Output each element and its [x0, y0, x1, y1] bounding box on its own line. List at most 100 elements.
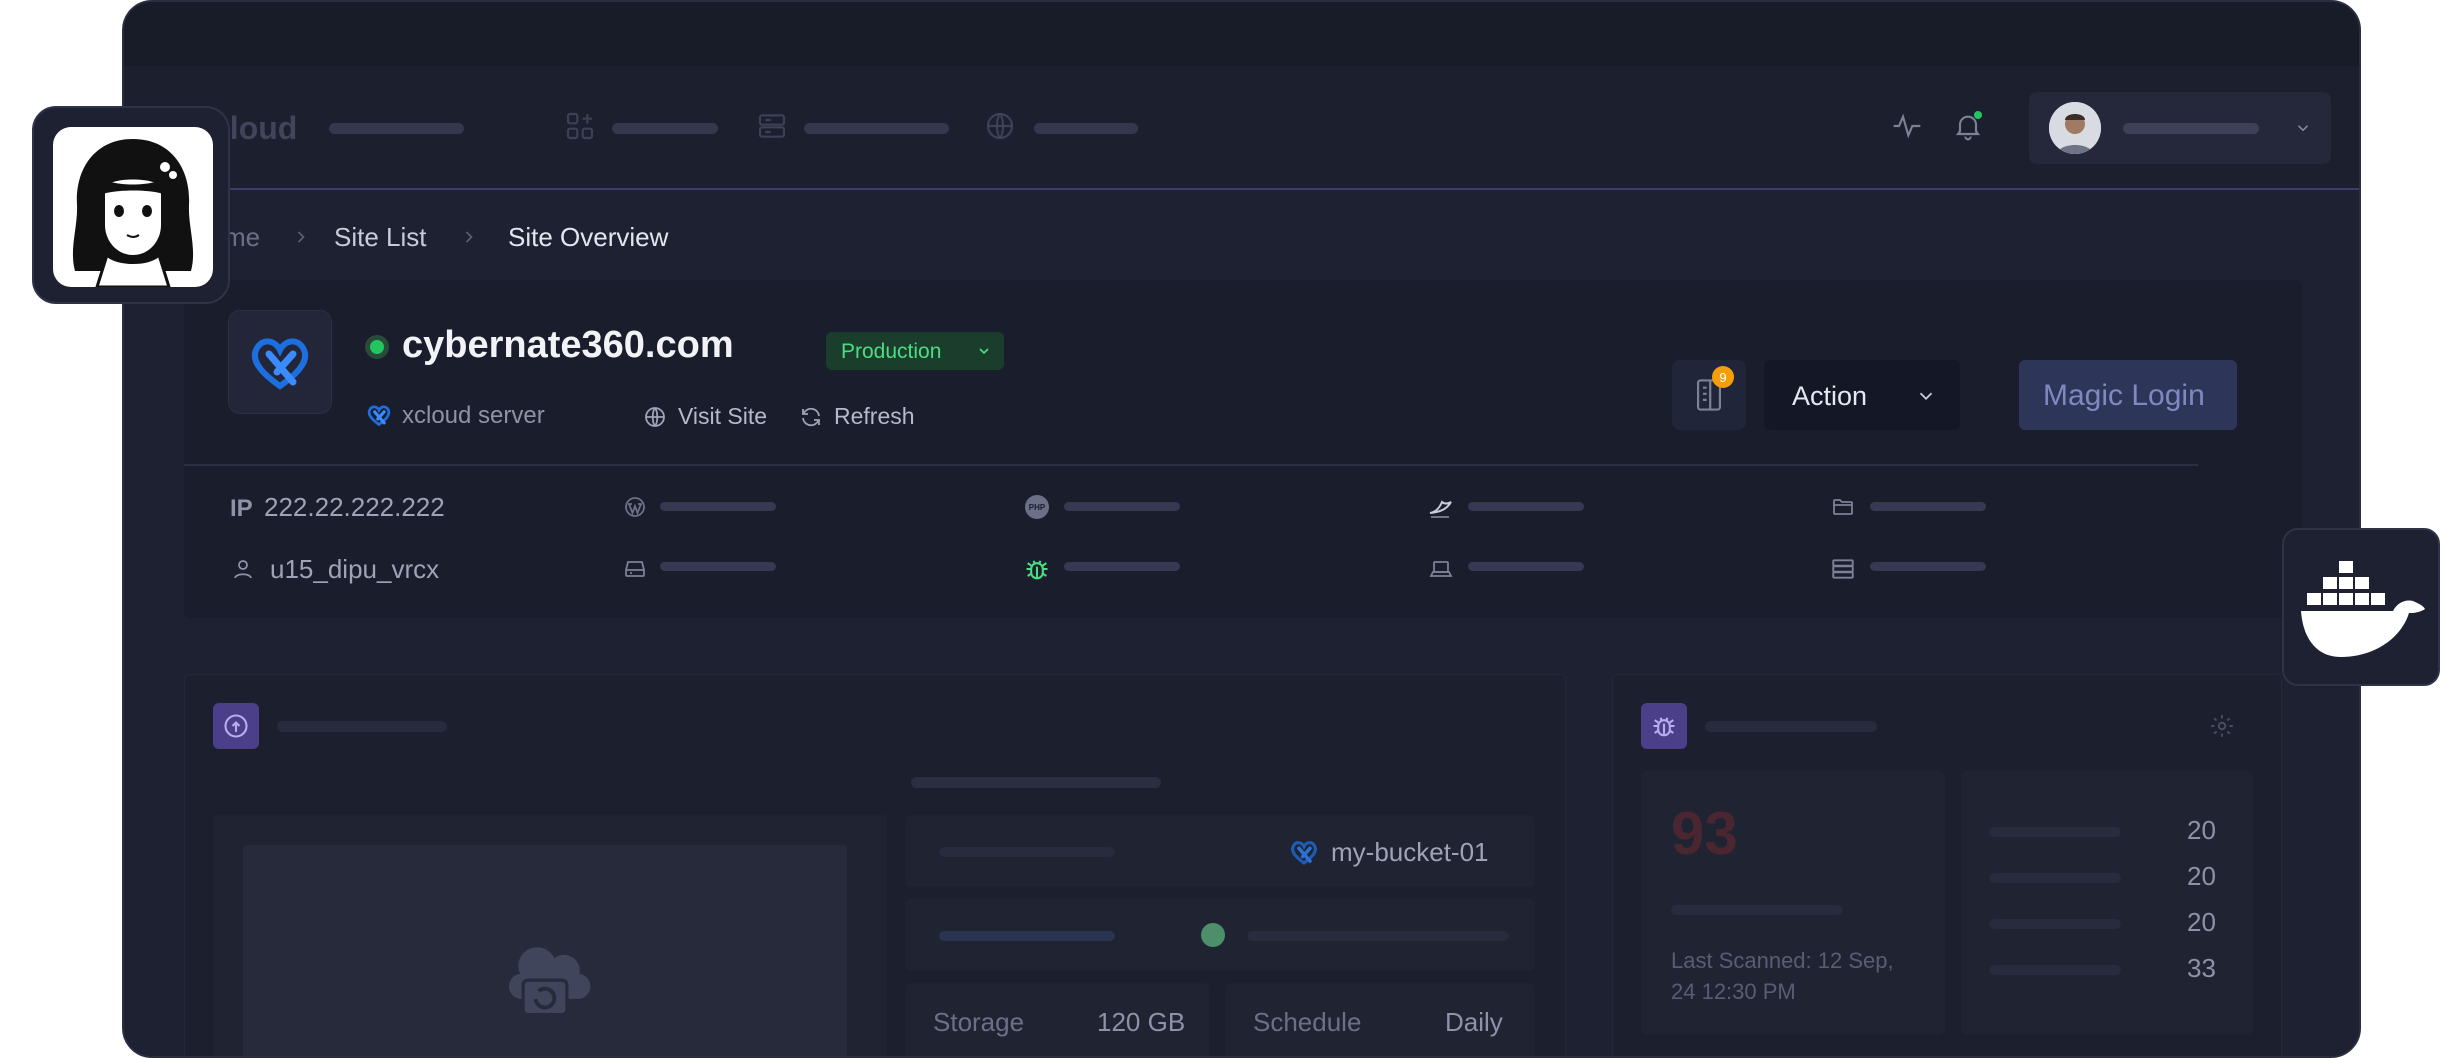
schedule-value: Daily: [1445, 1007, 1503, 1037]
chevron-right-icon: [454, 222, 484, 252]
score-panel: 93 Last Scanned: 12 Sep, 24 12:30 PM: [1641, 771, 1945, 1035]
info-skeleton: [1468, 502, 1584, 511]
bug-icon: [1653, 717, 1675, 737]
schedule-label: Schedule: [1253, 1007, 1362, 1037]
docker-icon: [2298, 554, 2428, 664]
site-username: u15_dipu_vrcx: [270, 554, 440, 584]
disk-icon: [620, 554, 650, 584]
backup-status-dot: [1201, 923, 1225, 947]
cloud-folder-icon: [493, 925, 597, 1029]
environment-label: Production: [841, 340, 942, 363]
top-navbar: cloud: [124, 66, 2359, 190]
security-card-icon: [1641, 703, 1687, 749]
gear-icon[interactable]: [2205, 709, 2239, 743]
nav-skeleton: [612, 123, 718, 134]
mariadb-icon: [1426, 492, 1456, 522]
breadcrumb-site-list[interactable]: Site List: [334, 222, 427, 253]
apps-icon[interactable]: [562, 108, 598, 144]
refresh-button[interactable]: Refresh: [834, 403, 915, 430]
count-value: 20: [2187, 861, 2216, 891]
site-domain: cybernate360.com: [402, 324, 734, 366]
nav-skeleton: [329, 123, 464, 134]
last-scanned: Last Scanned: 12 Sep, 24 12:30 PM: [1671, 948, 1894, 1004]
magic-login-label: Magic Login: [2043, 379, 2205, 412]
count-value: 33: [2187, 953, 2216, 983]
upload-cloud-icon: [224, 714, 248, 738]
notes-count-badge: 9: [1712, 366, 1734, 388]
anime-girl-icon: [72, 139, 194, 287]
info-skeleton: [1468, 562, 1584, 571]
floating-docker-badge: [2282, 528, 2440, 686]
floating-profile-badge: [32, 106, 230, 304]
profile-illustration: [53, 127, 213, 287]
bucket-row: my-bucket-01: [905, 815, 1535, 887]
site-logo: [228, 310, 332, 414]
ip-prefix: IP: [230, 495, 253, 522]
backup-status-row: [905, 899, 1535, 971]
action-label: Action: [1792, 381, 1868, 411]
storage-value: 120 GB: [1097, 1007, 1186, 1037]
bell-icon[interactable]: [1950, 108, 1986, 144]
app-window: cloud me Site List Site Overview cyberna…: [122, 0, 2361, 1058]
card-title-skeleton: [1705, 721, 1877, 732]
activity-icon[interactable]: [1889, 108, 1925, 144]
site-status-dot: [365, 335, 389, 359]
storage-label: Storage: [933, 1007, 1025, 1037]
notes-button[interactable]: 9: [1672, 360, 1746, 430]
backup-card-icon: [213, 703, 259, 749]
section-skeleton: [911, 777, 1161, 788]
action-dropdown[interactable]: Action: [1764, 360, 1960, 430]
info-skeleton: [1064, 562, 1180, 571]
chevron-down-icon: [974, 341, 994, 361]
count-skeleton: [1989, 827, 2121, 837]
status-skeleton: [1247, 931, 1509, 941]
xcloud-server-icon: [364, 400, 394, 430]
breadcrumb: me Site List Site Overview: [124, 192, 924, 252]
window-top-strip: [124, 2, 2359, 66]
environment-badge[interactable]: Production: [826, 332, 1004, 370]
card-title-skeleton: [277, 721, 447, 732]
svg-text:PHP: PHP: [1029, 503, 1046, 512]
laptop-icon: [1426, 554, 1456, 584]
visit-site-link[interactable]: Visit Site: [678, 403, 767, 430]
count-value: 20: [2187, 907, 2216, 937]
score-skeleton: [1671, 905, 1843, 915]
nav-skeleton: [1034, 123, 1138, 134]
count-value: 20: [2187, 815, 2216, 845]
backup-visual-inner: [243, 845, 847, 1056]
server-label[interactable]: xcloud server: [402, 402, 545, 430]
divider: [184, 464, 2198, 466]
info-skeleton: [660, 502, 776, 511]
ip-address: 222.22.222.222: [264, 492, 445, 522]
xcloud-logo-icon: [251, 338, 309, 390]
schedule-row: Schedule Daily: [1225, 983, 1535, 1056]
user-name-skeleton: [2123, 123, 2259, 134]
nav-skeleton: [804, 123, 949, 134]
server-icon[interactable]: [754, 108, 790, 144]
count-skeleton: [1989, 873, 2121, 883]
count-skeleton: [1989, 919, 2121, 929]
globe-icon[interactable]: [982, 108, 1018, 144]
counts-panel: 20 20 20 33: [1961, 771, 2253, 1035]
bug-icon: [1022, 554, 1052, 584]
user-menu[interactable]: [2029, 92, 2331, 164]
magic-login-button[interactable]: Magic Login: [2019, 360, 2237, 430]
database-icon: [1828, 554, 1858, 584]
count-skeleton: [1989, 965, 2121, 975]
backup-visual-panel: [213, 815, 887, 1056]
chevron-down-icon[interactable]: [2291, 116, 2315, 140]
info-skeleton: [1870, 502, 1986, 511]
backup-card: my-bucket-01 Storage 120 GB Schedule Dai…: [184, 674, 1566, 1056]
security-card: 93 Last Scanned: 12 Sep, 24 12:30 PM 20 …: [1612, 674, 2282, 1056]
php-icon: PHP: [1022, 492, 1052, 522]
security-score: 93: [1671, 800, 1738, 867]
user-avatar: [2049, 102, 2101, 154]
refresh-icon: [796, 402, 826, 432]
xcloud-bucket-icon: [1287, 837, 1321, 867]
bucket-name: my-bucket-01: [1331, 837, 1489, 867]
site-overview-card: cybernate360.com Production xcloud serve…: [184, 280, 2302, 618]
info-skeleton: [1870, 562, 1986, 571]
user-icon: [228, 554, 258, 584]
globe-icon: [640, 402, 670, 432]
folder-icon: [1828, 492, 1858, 522]
